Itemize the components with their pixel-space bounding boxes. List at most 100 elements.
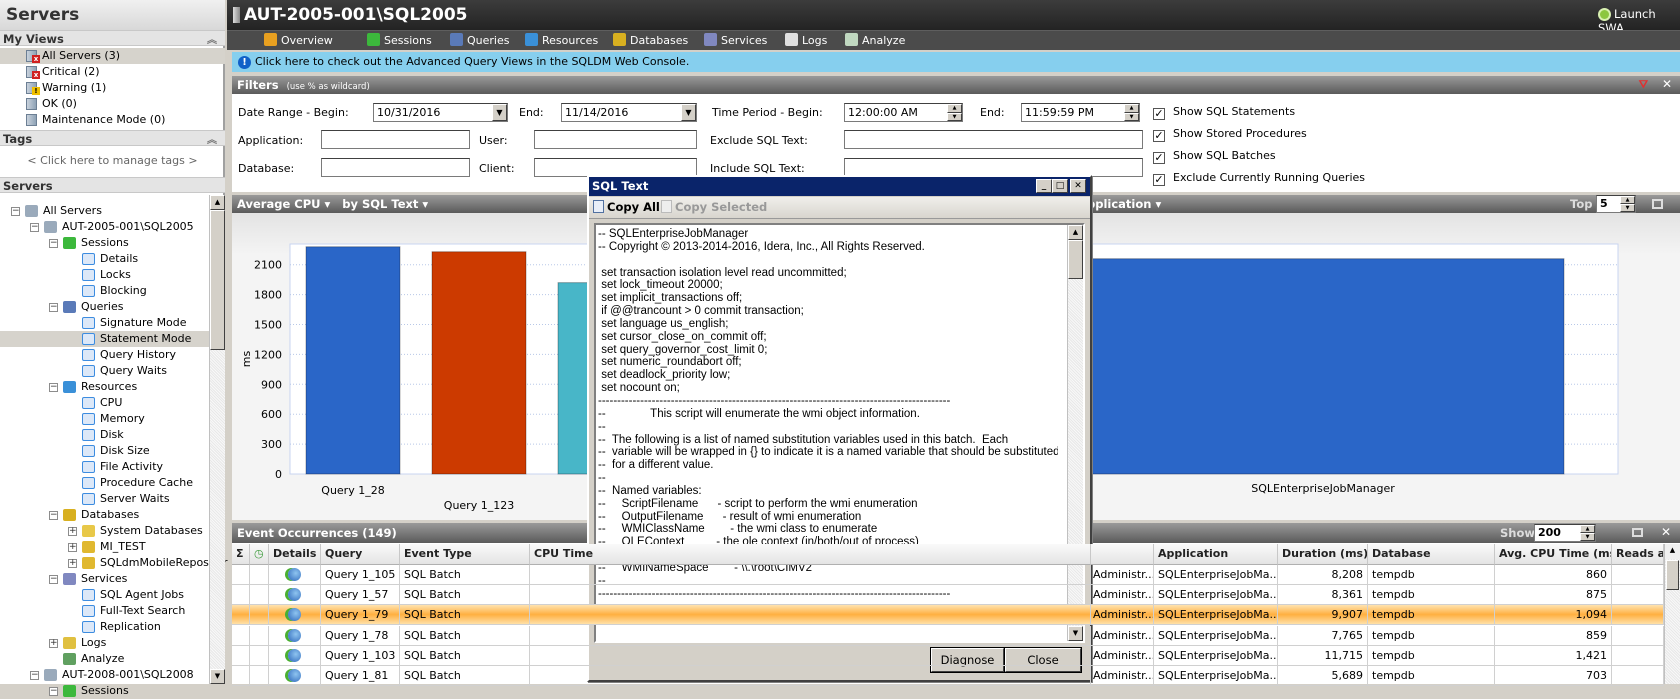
grid-scrollbar[interactable]: ▲: [1664, 544, 1680, 684]
close-icon[interactable]: ✕: [1070, 179, 1086, 193]
dialog-title-bar[interactable]: SQL Text _ □ ✕: [589, 177, 1090, 196]
tree-item[interactable]: + SQLdmMobileRepositor: [0, 555, 228, 571]
table-cell[interactable]: 5,689: [1278, 666, 1368, 686]
table-cell[interactable]: 859: [1495, 625, 1612, 646]
table-cell[interactable]: SQLEnterpriseJobMa...: [1154, 645, 1278, 666]
tab-services[interactable]: Services: [704, 33, 767, 47]
tab-analyze[interactable]: Analyze: [845, 33, 905, 47]
table-cell[interactable]: [530, 565, 1091, 585]
close-grid-icon[interactable]: ✕: [1661, 525, 1671, 539]
column-header[interactable]: Application: [1154, 544, 1278, 565]
table-cell[interactable]: [250, 625, 269, 646]
table-cell[interactable]: SQL Batch: [400, 625, 530, 646]
table-cell[interactable]: Query 1_57: [321, 585, 400, 606]
view-item[interactable]: x All Servers (3): [0, 48, 225, 64]
table-cell[interactable]: [530, 645, 1091, 666]
table-cell[interactable]: 7,765: [1278, 625, 1368, 646]
table-cell[interactable]: [269, 605, 321, 626]
tree-item[interactable]: Replication: [0, 619, 210, 635]
tab-sessions[interactable]: Sessions: [367, 33, 432, 47]
scroll-up-icon[interactable]: ▲: [1068, 225, 1083, 240]
table-cell[interactable]: [250, 565, 269, 585]
table-cell[interactable]: [269, 585, 321, 606]
table-cell[interactable]: [1612, 565, 1664, 585]
table-cell[interactable]: [269, 625, 321, 646]
column-header[interactable]: Query: [321, 544, 400, 565]
table-cell[interactable]: [232, 565, 250, 585]
table-cell[interactable]: Administr...: [1091, 645, 1154, 666]
copy-selected-button[interactable]: Copy Selected: [661, 200, 767, 214]
table-cell[interactable]: [250, 605, 269, 626]
table-cell[interactable]: SQL Batch: [400, 645, 530, 666]
table-cell[interactable]: SQLEnterpriseJobMa...: [1154, 666, 1278, 686]
table-cell[interactable]: SQL Batch: [400, 605, 530, 626]
table-cell[interactable]: [1612, 605, 1664, 626]
table-cell[interactable]: 1,094: [1495, 605, 1612, 626]
table-cell[interactable]: [530, 666, 1091, 686]
table-cell[interactable]: SQLEnterpriseJobMa...: [1154, 585, 1278, 606]
table-cell[interactable]: Administr...: [1091, 666, 1154, 686]
column-header[interactable]: Avg. CPU Time (ms): [1495, 544, 1612, 565]
table-cell[interactable]: 9,907: [1278, 605, 1368, 626]
column-header[interactable]: Reads as: [1612, 544, 1664, 565]
scroll-up-icon[interactable]: ▲: [1665, 544, 1680, 559]
table-cell[interactable]: SQL Batch: [400, 666, 530, 686]
expand-icon[interactable]: +: [49, 639, 58, 648]
table-cell[interactable]: [269, 666, 321, 686]
scroll-thumb[interactable]: [1068, 240, 1083, 279]
maximize-grid-icon[interactable]: [1632, 528, 1643, 537]
scroll-thumb[interactable]: [1666, 560, 1679, 590]
table-cell[interactable]: tempdb: [1368, 565, 1495, 585]
table-cell[interactable]: [269, 565, 321, 585]
details-globe-icon[interactable]: [288, 588, 301, 602]
table-cell[interactable]: 860: [1495, 565, 1612, 585]
collapse-icon[interactable]: −: [49, 575, 58, 584]
table-cell[interactable]: [269, 645, 321, 666]
tree-item[interactable]: − Services: [0, 571, 210, 587]
table-cell[interactable]: [530, 625, 1091, 646]
table-cell[interactable]: tempdb: [1368, 605, 1495, 626]
table-cell[interactable]: [1612, 625, 1664, 646]
table-cell[interactable]: [232, 645, 250, 666]
view-item[interactable]: OK (0): [0, 96, 225, 112]
column-header[interactable]: Database: [1368, 544, 1495, 565]
table-cell[interactable]: [530, 585, 1091, 606]
column-header[interactable]: Event Type: [400, 544, 530, 565]
details-globe-icon[interactable]: [288, 628, 301, 642]
tab-overview[interactable]: Overview: [264, 33, 333, 47]
expand-icon[interactable]: +: [68, 559, 77, 568]
table-cell[interactable]: [232, 666, 250, 686]
table-cell[interactable]: tempdb: [1368, 585, 1495, 606]
collapse-icon[interactable]: −: [30, 671, 39, 680]
column-header[interactable]: Details: [269, 544, 321, 565]
table-cell[interactable]: 875: [1495, 585, 1612, 606]
table-cell[interactable]: SQLEnterpriseJobMa...: [1154, 625, 1278, 646]
scroll-down-icon[interactable]: ▼: [210, 669, 225, 684]
tree-item[interactable]: Analyze: [0, 651, 210, 667]
tab-queries[interactable]: Queries: [450, 33, 509, 47]
table-cell[interactable]: [232, 605, 250, 626]
tree-item[interactable]: Full-Text Search: [0, 603, 210, 619]
view-item[interactable]: x Critical (2): [0, 64, 225, 80]
table-cell[interactable]: tempdb: [1368, 625, 1495, 646]
table-cell[interactable]: [1612, 585, 1664, 606]
details-globe-icon[interactable]: [288, 568, 301, 581]
tree-item[interactable]: + System Databases: [0, 523, 210, 539]
table-cell[interactable]: Query 1_103: [321, 645, 400, 666]
table-cell[interactable]: Query 1_78: [321, 625, 400, 646]
details-globe-icon[interactable]: [288, 669, 301, 682]
table-cell[interactable]: 703: [1495, 666, 1612, 686]
expand-icon[interactable]: +: [68, 527, 77, 536]
tab-databases[interactable]: Databases: [613, 33, 688, 47]
minimize-icon[interactable]: _: [1036, 179, 1052, 193]
table-cell[interactable]: SQLEnterpriseJobMa...: [1154, 565, 1278, 585]
table-cell[interactable]: Administr...: [1091, 565, 1154, 585]
table-cell[interactable]: SQL Batch: [400, 565, 530, 585]
table-cell[interactable]: Administr...: [1091, 585, 1154, 606]
table-cell[interactable]: Administr...: [1091, 625, 1154, 646]
tab-resources[interactable]: Resources: [525, 33, 598, 47]
table-cell[interactable]: SQLEnterpriseJobMa...: [1154, 605, 1278, 626]
details-globe-icon[interactable]: [288, 608, 301, 622]
table-cell[interactable]: 11,715: [1278, 645, 1368, 666]
table-cell[interactable]: 8,208: [1278, 565, 1368, 585]
